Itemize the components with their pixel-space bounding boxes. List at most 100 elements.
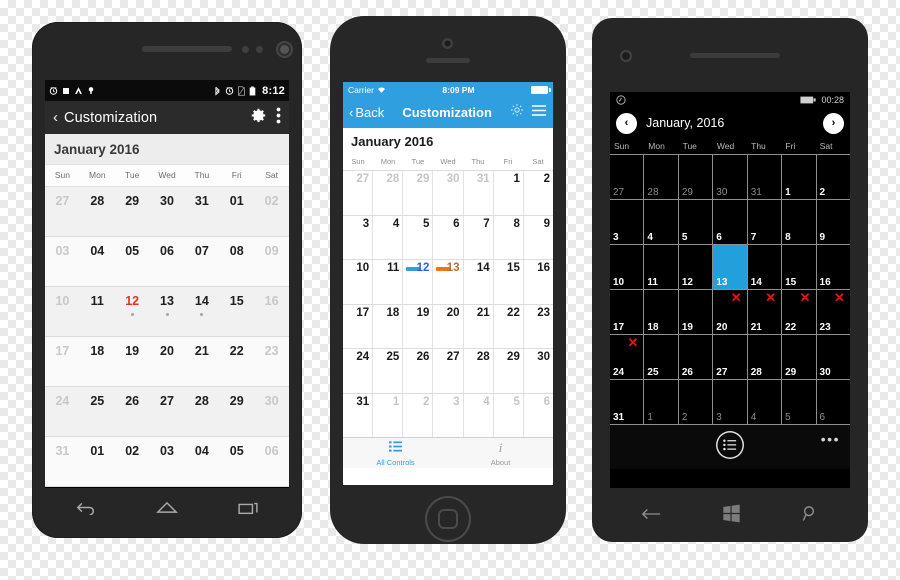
calendar-day-cell[interactable]: 15 bbox=[782, 245, 817, 289]
calendar-day-cell[interactable]: 6 bbox=[433, 215, 464, 259]
calendar-day-cell[interactable]: 24 bbox=[343, 349, 374, 393]
calendar-day-cell[interactable]: 3 bbox=[433, 393, 464, 437]
calendar-day-cell[interactable]: 6 bbox=[524, 394, 553, 438]
calendar-day-cell[interactable]: 29 bbox=[679, 155, 714, 199]
calendar-day-cell[interactable]: 17 bbox=[610, 290, 645, 334]
calendar-day-cell[interactable]: 27 bbox=[610, 155, 645, 199]
calendar-day-cell[interactable]: 25 bbox=[644, 335, 679, 379]
calendar-day-cell[interactable]: 16 bbox=[254, 287, 289, 336]
calendar-day-cell[interactable]: 18 bbox=[80, 337, 115, 386]
calendar-day-cell[interactable]: 5 bbox=[782, 380, 817, 424]
calendar-day-cell[interactable]: 01 bbox=[219, 187, 254, 236]
calendar-day-cell[interactable]: 31 bbox=[464, 171, 494, 215]
calendar-day-cell[interactable]: 28 bbox=[644, 155, 679, 199]
calendar-day-cell[interactable]: 20 bbox=[433, 304, 464, 348]
calendar-day-cell[interactable]: 29 bbox=[494, 349, 524, 393]
calendar-day-cell[interactable]: 21 bbox=[464, 304, 494, 348]
calendar-day-cell[interactable]: 28 bbox=[748, 335, 783, 379]
calendar-grid[interactable]: 27 28 29 30 31 1 2 3 4 5 6 7 8 9 10 11 12 13 14 15 16 17 18 19 2… bbox=[343, 170, 553, 437]
calendar-grid[interactable]: 27 28 29 30 31 1 2 3 4 5 6 7 8 9 10 11 12 13 14 15 16 17 18 19 ✕… bbox=[610, 154, 850, 425]
calendar-day-cell[interactable]: 06 bbox=[254, 437, 289, 486]
calendar-day-cell[interactable]: 13 bbox=[150, 287, 185, 336]
calendar-day-cell[interactable]: 17 bbox=[343, 304, 374, 348]
home-icon[interactable] bbox=[156, 500, 178, 520]
calendar-day-cell[interactable]: 20 bbox=[150, 337, 185, 386]
calendar-day-cell[interactable]: 26 bbox=[115, 387, 150, 436]
calendar-day-cell[interactable]: 27 bbox=[45, 187, 80, 236]
calendar-day-cell[interactable]: 1 bbox=[644, 380, 679, 424]
calendar-day-cell[interactable]: 2 bbox=[403, 393, 434, 437]
calendar-day-cell[interactable]: 16 bbox=[817, 245, 850, 289]
calendar-day-cell[interactable]: 26 bbox=[403, 349, 434, 393]
calendar-day-cell[interactable]: 30 bbox=[150, 187, 185, 236]
calendar-day-cell[interactable]: 11 bbox=[373, 260, 404, 304]
hamburger-menu-icon[interactable] bbox=[531, 104, 547, 122]
calendar-day-cell[interactable]: 4 bbox=[748, 380, 783, 424]
calendar-day-cell[interactable]: 29 bbox=[403, 171, 434, 215]
calendar-day-cell[interactable]: 28 bbox=[80, 187, 115, 236]
calendar-day-cell[interactable]: 3 bbox=[343, 215, 374, 259]
calendar-day-cell[interactable]: 23 bbox=[524, 305, 553, 349]
calendar-day-cell[interactable]: 9 bbox=[524, 216, 553, 260]
calendar-day-cell[interactable]: 2 bbox=[524, 171, 553, 215]
wp-nav-bar[interactable] bbox=[610, 494, 850, 538]
calendar-day-cell[interactable]: 02 bbox=[115, 437, 150, 486]
gear-icon[interactable] bbox=[510, 103, 524, 122]
calendar-day-cell[interactable]: 03 bbox=[150, 437, 185, 486]
calendar-day-cell[interactable]: 21 bbox=[184, 337, 219, 386]
back-icon[interactable] bbox=[641, 507, 661, 526]
home-button[interactable] bbox=[425, 496, 471, 542]
calendar-day-cell[interactable]: 29 bbox=[782, 335, 817, 379]
calendar-day-cell[interactable]: 31 bbox=[343, 393, 374, 437]
calendar-day-cell[interactable]: 31 bbox=[184, 187, 219, 236]
calendar-day-cell[interactable]: 26 bbox=[679, 335, 714, 379]
calendar-day-cell[interactable]: 25 bbox=[80, 387, 115, 436]
next-month-button[interactable]: › bbox=[823, 112, 844, 134]
calendar-day-cell[interactable]: 04 bbox=[184, 437, 219, 486]
calendar-day-cell[interactable]: 22 bbox=[494, 304, 524, 348]
calendar-day-cell[interactable]: 29 bbox=[115, 187, 150, 236]
calendar-day-cell[interactable]: 9 bbox=[817, 200, 850, 244]
calendar-day-cell[interactable]: 12 bbox=[115, 287, 150, 336]
ios-tab-bar[interactable]: All Controls i About bbox=[343, 437, 553, 468]
calendar-day-cell[interactable]: 6 bbox=[817, 380, 850, 424]
calendar-day-cell[interactable]: 05 bbox=[219, 437, 254, 486]
calendar-day-cell[interactable]: 30 bbox=[433, 171, 464, 215]
calendar-day-cell[interactable]: ✕ 24 bbox=[610, 335, 645, 379]
back-icon[interactable] bbox=[75, 500, 97, 520]
calendar-day-cell[interactable]: 04 bbox=[80, 237, 115, 286]
calendar-day-cell[interactable]: 6 bbox=[713, 200, 748, 244]
calendar-day-cell[interactable]: 13 bbox=[713, 245, 748, 289]
calendar-day-cell[interactable]: 16 bbox=[524, 260, 553, 304]
calendar-day-cell[interactable]: 30 bbox=[713, 155, 748, 199]
calendar-day-cell[interactable]: 5 bbox=[679, 200, 714, 244]
calendar-day-cell[interactable]: 10 bbox=[343, 260, 374, 304]
calendar-day-cell[interactable]: 11 bbox=[80, 287, 115, 336]
calendar-day-cell[interactable]: 28 bbox=[373, 171, 404, 215]
more-options-button[interactable]: ••• bbox=[821, 431, 840, 447]
calendar-day-cell[interactable]: 31 bbox=[45, 437, 80, 486]
calendar-day-cell[interactable]: 7 bbox=[748, 200, 783, 244]
calendar-day-cell[interactable]: 27 bbox=[343, 171, 374, 215]
calendar-day-cell[interactable]: 27 bbox=[713, 335, 748, 379]
back-button[interactable]: ‹ Back bbox=[349, 105, 384, 120]
calendar-day-cell[interactable]: ✕ 23 bbox=[817, 290, 850, 334]
calendar-day-cell[interactable]: 14 bbox=[184, 287, 219, 336]
calendar-day-cell[interactable]: 14 bbox=[464, 260, 494, 304]
calendar-day-cell[interactable]: 19 bbox=[679, 290, 714, 334]
wp-app-bar[interactable]: ••• bbox=[610, 425, 850, 469]
calendar-day-cell[interactable]: 4 bbox=[464, 393, 494, 437]
calendar-day-cell[interactable]: 31 bbox=[610, 380, 645, 424]
recents-icon[interactable] bbox=[237, 500, 259, 521]
calendar-day-cell[interactable]: 23 bbox=[254, 337, 289, 386]
calendar-day-cell[interactable]: 30 bbox=[817, 335, 850, 379]
calendar-day-cell[interactable]: 2 bbox=[817, 155, 850, 199]
calendar-day-cell[interactable]: 18 bbox=[644, 290, 679, 334]
calendar-day-cell[interactable]: 03 bbox=[45, 237, 80, 286]
overflow-menu-icon[interactable] bbox=[276, 107, 281, 129]
calendar-day-cell[interactable]: 12 bbox=[679, 245, 714, 289]
calendar-day-cell[interactable]: 28 bbox=[184, 387, 219, 436]
calendar-day-cell[interactable]: 30 bbox=[524, 349, 553, 393]
calendar-day-cell[interactable]: 25 bbox=[373, 349, 404, 393]
calendar-day-cell[interactable]: 24 bbox=[45, 387, 80, 436]
